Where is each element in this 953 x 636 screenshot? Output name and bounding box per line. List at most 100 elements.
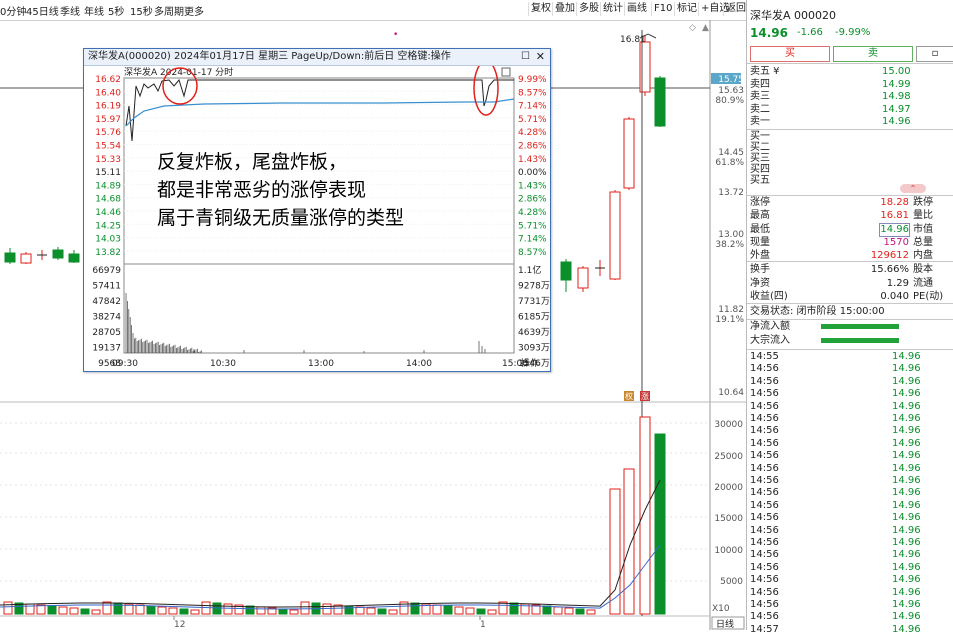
toolbar-right-0[interactable]: 复权	[528, 2, 553, 16]
volume-bar	[509, 602, 519, 615]
tick-row: 14:56 14.96	[747, 487, 953, 499]
tick-time: 14:56	[750, 462, 779, 474]
tick-price: 14.96	[892, 375, 921, 387]
buy-button[interactable]: 买	[750, 46, 830, 62]
tick-row: 14:56 14.96	[747, 450, 953, 462]
toolbar-2[interactable]: 季线	[60, 3, 80, 18]
ask-price: 14.96	[882, 116, 911, 128]
tick-row: 14:56 14.96	[747, 401, 953, 413]
volume-bar	[223, 603, 233, 615]
toolbar-5[interactable]: 15秒	[130, 3, 153, 18]
volume-bar	[410, 602, 420, 615]
tick-price: 14.96	[892, 363, 921, 375]
tick-price: 14.96	[892, 561, 921, 573]
ask-row[interactable]: 卖四 14.99	[747, 79, 953, 91]
pct-right: 9.99%	[518, 75, 547, 85]
price-left: 16.19	[95, 102, 121, 112]
stat-right-label: 跌停	[913, 197, 933, 208]
volume-bar	[377, 608, 387, 615]
triangle-icon[interactable]: ▲	[702, 23, 709, 33]
tick-price: 14.96	[892, 499, 921, 511]
volume-bar	[91, 609, 101, 615]
popup-settings-icon[interactable]	[501, 67, 511, 77]
volume-bar	[586, 609, 596, 615]
volume-unit: X10	[712, 604, 730, 614]
tick-time: 14:56	[750, 499, 779, 511]
tick-row: 14:56 14.96	[747, 512, 953, 524]
maximize-icon[interactable]: ☐	[521, 49, 530, 65]
tick-row: 14:56 14.96	[747, 425, 953, 437]
tick-price: 14.96	[892, 512, 921, 524]
stat-right-label: 市值	[913, 223, 933, 235]
pct-right: 1.43%	[518, 155, 547, 165]
tick-price: 14.96	[892, 437, 921, 449]
highlight-circle	[473, 66, 499, 116]
volume-bar	[366, 607, 376, 615]
ask-label: 卖二	[750, 103, 770, 115]
toolbar-6[interactable]: 多周期	[154, 3, 184, 18]
stat-right-label: 股本	[913, 264, 933, 275]
chevron-up-icon[interactable]: ⌃	[900, 184, 926, 193]
close-icon[interactable]: ✕	[536, 49, 545, 65]
volume-label: 30000	[714, 420, 743, 430]
toolbar-3[interactable]: 年线	[84, 3, 104, 18]
ask-row[interactable]: 卖五 ¥ 15.00	[747, 66, 953, 78]
volume-bar	[278, 608, 288, 615]
toolbar-1[interactable]: 45日线	[26, 3, 59, 18]
more-button[interactable]: ▫	[916, 46, 953, 62]
volume-bar	[80, 608, 90, 615]
tick-time: 14:56	[750, 450, 779, 462]
stat-label: 换手	[750, 264, 770, 275]
tick-row: 14:56 14.96	[747, 574, 953, 586]
ask-row[interactable]: 卖一 14.96	[747, 116, 953, 128]
pct-right: 1.43%	[518, 181, 547, 191]
volume-bar	[3, 601, 13, 615]
tick-time: 14:56	[750, 388, 779, 400]
toolbar-7[interactable]: 更多	[184, 3, 204, 18]
candle-body	[560, 261, 572, 281]
tick-price: 14.96	[892, 351, 921, 362]
sell-button[interactable]: 卖	[833, 46, 913, 62]
tick-price: 14.96	[892, 549, 921, 561]
tick-row: 14:56 14.96	[747, 475, 953, 487]
block-inflow-label: 大宗流入	[750, 335, 790, 346]
volume-bar	[639, 416, 651, 615]
toolbar-right-3[interactable]: 统计	[600, 2, 625, 16]
toolbar-right-1[interactable]: 叠加	[552, 2, 577, 16]
toolbar-4[interactable]: 5秒	[108, 3, 124, 18]
vol-left: 28705	[92, 328, 121, 338]
op-label[interactable]: 操作	[521, 357, 539, 369]
toolbar-right-6[interactable]: 标记	[674, 2, 699, 16]
expand-handle[interactable]: ⌃	[747, 184, 953, 194]
period-button-label: 日线	[716, 618, 734, 630]
volume-bar	[69, 607, 79, 615]
stat-label: 现量	[750, 236, 770, 248]
intraday-popup[interactable]: 深华发A(000020) 2024年01月17日 星期三 PageUp/Down…	[83, 48, 551, 372]
price-left: 15.54	[95, 142, 121, 152]
toolbar-right-4[interactable]: 画线	[624, 2, 649, 16]
toolbar-right-2[interactable]: 多股	[576, 2, 601, 16]
volume-bar	[542, 605, 552, 615]
pct-right: 5.71%	[518, 115, 547, 125]
ask-row[interactable]: 卖二 14.97	[747, 104, 953, 116]
stat-right-label: PE(动)	[913, 291, 944, 302]
stat-row: 换手 15.66% 股本	[747, 264, 953, 276]
tick-price: 14.96	[892, 574, 921, 586]
price-line	[125, 78, 514, 142]
volume-bar	[135, 604, 145, 615]
tick-row: 14:56 14.96	[747, 463, 953, 475]
volume-bar	[476, 608, 486, 615]
toolbar-right-8[interactable]: 返回	[723, 2, 748, 16]
toolbar-right-5[interactable]: F10	[651, 2, 674, 16]
tick-row: 14:56 14.96	[747, 525, 953, 537]
diamond-icon[interactable]: ◇	[689, 23, 696, 33]
stat-value: 16.81	[880, 210, 909, 222]
stat-value: 1570	[883, 236, 909, 248]
ask-label: 卖三	[750, 91, 770, 103]
stat-label: 收益(四)	[750, 291, 788, 302]
toolbar-0[interactable]: 0分钟	[0, 3, 26, 18]
stat-right-label: 总量	[913, 236, 933, 248]
volume-label: 20000	[714, 483, 743, 493]
vol-right: 4639万	[518, 328, 550, 338]
ask-row[interactable]: 卖三 14.98	[747, 91, 953, 103]
